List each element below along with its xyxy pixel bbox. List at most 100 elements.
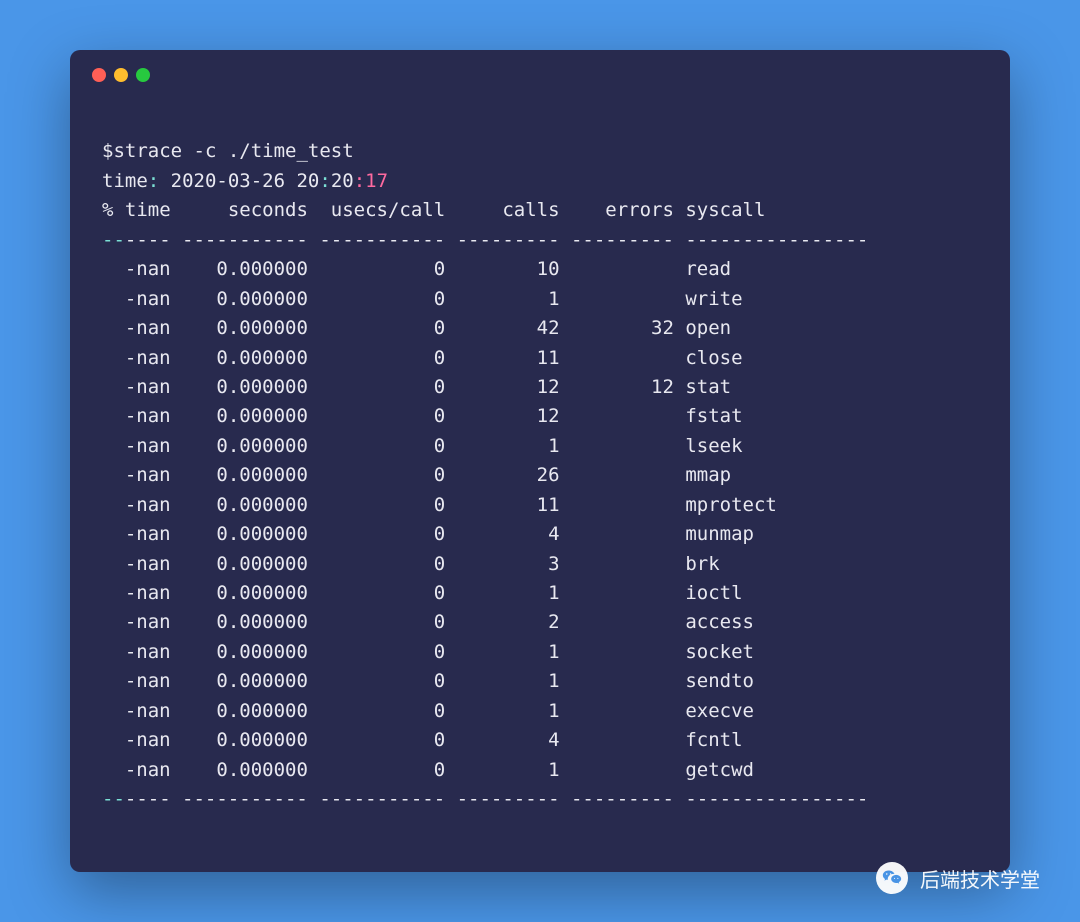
- col-time: % time: [102, 196, 171, 225]
- zoom-icon[interactable]: [136, 68, 150, 82]
- cell-usecs: 0: [308, 726, 445, 755]
- table-row: -nan0.000000011close: [102, 344, 978, 373]
- cell-usecs: 0: [308, 373, 445, 402]
- cell-usecs: 0: [308, 402, 445, 431]
- cell-time: -nan: [102, 520, 171, 549]
- cell-syscall: getcwd: [674, 756, 754, 785]
- cell-time: -nan: [102, 608, 171, 637]
- cell-calls: 42: [445, 314, 559, 343]
- cell-time: -nan: [102, 255, 171, 284]
- cell-time: -nan: [102, 491, 171, 520]
- cell-usecs: 0: [308, 461, 445, 490]
- cell-calls: 1: [445, 697, 559, 726]
- col-errors: errors: [560, 196, 674, 225]
- cell-time: -nan: [102, 638, 171, 667]
- cell-usecs: 0: [308, 608, 445, 637]
- table-row: -nan0.00000004munmap: [102, 520, 978, 549]
- cell-calls: 4: [445, 520, 559, 549]
- cell-seconds: 0.000000: [171, 491, 308, 520]
- cell-time: -nan: [102, 402, 171, 431]
- cell-seconds: 0.000000: [171, 638, 308, 667]
- table-row: -nan0.000000026mmap: [102, 461, 978, 490]
- cell-calls: 11: [445, 344, 559, 373]
- timestamp-min: 20: [331, 170, 354, 192]
- separator: -----------: [308, 226, 445, 255]
- terminal-window: $strace -c ./time_test time: 2020-03-26 …: [70, 50, 1010, 872]
- cell-calls: 12: [445, 373, 559, 402]
- table-row: -nan0.00000004fcntl: [102, 726, 978, 755]
- table-row: -nan0.00000001sendto: [102, 667, 978, 696]
- cell-calls: 1: [445, 638, 559, 667]
- cell-time: -nan: [102, 756, 171, 785]
- separator: ----------------: [674, 226, 868, 255]
- cell-syscall: munmap: [674, 520, 754, 549]
- cell-calls: 10: [445, 255, 559, 284]
- cell-calls: 3: [445, 550, 559, 579]
- cell-syscall: stat: [674, 373, 731, 402]
- cell-seconds: 0.000000: [171, 667, 308, 696]
- separator: ----------------: [674, 785, 868, 814]
- col-usecs: usecs/call: [308, 196, 445, 225]
- cell-syscall: execve: [674, 697, 754, 726]
- cell-seconds: 0.000000: [171, 314, 308, 343]
- table-row: -nan0.00000001ioctl: [102, 579, 978, 608]
- terminal-body: $strace -c ./time_test time: 2020-03-26 …: [70, 90, 1010, 872]
- cell-usecs: 0: [308, 285, 445, 314]
- cell-calls: 1: [445, 756, 559, 785]
- minimize-icon[interactable]: [114, 68, 128, 82]
- cell-usecs: 0: [308, 638, 445, 667]
- cell-time: -nan: [102, 550, 171, 579]
- cell-syscall: access: [674, 608, 754, 637]
- cell-syscall: fcntl: [674, 726, 743, 755]
- cell-syscall: read: [674, 255, 731, 284]
- cell-usecs: 0: [308, 667, 445, 696]
- cell-usecs: 0: [308, 344, 445, 373]
- cell-syscall: lseek: [674, 432, 743, 461]
- cell-errors: 12: [560, 373, 674, 402]
- cell-time: -nan: [102, 285, 171, 314]
- cell-calls: 2: [445, 608, 559, 637]
- separator: -----------: [308, 785, 445, 814]
- separator: ---------: [560, 785, 674, 814]
- separator: ---------: [445, 785, 559, 814]
- cell-time: -nan: [102, 344, 171, 373]
- cell-usecs: 0: [308, 756, 445, 785]
- cell-seconds: 0.000000: [171, 402, 308, 431]
- table-header-row: % timesecondsusecs/callcallserrorssyscal…: [102, 199, 765, 221]
- separator-cyan: --: [102, 788, 125, 810]
- cell-seconds: 0.000000: [171, 432, 308, 461]
- window-titlebar: [70, 50, 1010, 90]
- cell-time: -nan: [102, 432, 171, 461]
- separator-cyan: --: [102, 229, 125, 251]
- separator-row: ----------------------------------------…: [102, 229, 868, 251]
- cell-time: -nan: [102, 314, 171, 343]
- separator: -----------: [171, 785, 308, 814]
- cell-syscall: sendto: [674, 667, 754, 696]
- separator: -----------: [171, 226, 308, 255]
- cell-calls: 11: [445, 491, 559, 520]
- separator-row: ----------------------------------------…: [102, 788, 868, 810]
- cell-seconds: 0.000000: [171, 726, 308, 755]
- col-calls: calls: [445, 196, 559, 225]
- table-row: -nan0.00000001write: [102, 285, 978, 314]
- timestamp-date: 2020-03-26 20: [171, 170, 320, 192]
- table-row: -nan0.00000004232open: [102, 314, 978, 343]
- cell-calls: 1: [445, 667, 559, 696]
- cell-seconds: 0.000000: [171, 461, 308, 490]
- table-row: -nan0.000000012fstat: [102, 402, 978, 431]
- cell-syscall: mmap: [674, 461, 731, 490]
- cell-calls: 1: [445, 285, 559, 314]
- cell-seconds: 0.000000: [171, 550, 308, 579]
- cell-usecs: 0: [308, 491, 445, 520]
- cell-usecs: 0: [308, 255, 445, 284]
- cell-seconds: 0.000000: [171, 697, 308, 726]
- table-row: -nan0.00000001lseek: [102, 432, 978, 461]
- cell-seconds: 0.000000: [171, 608, 308, 637]
- cell-usecs: 0: [308, 579, 445, 608]
- close-icon[interactable]: [92, 68, 106, 82]
- cell-seconds: 0.000000: [171, 255, 308, 284]
- cell-calls: 4: [445, 726, 559, 755]
- cell-seconds: 0.000000: [171, 520, 308, 549]
- cell-syscall: close: [674, 344, 743, 373]
- cell-usecs: 0: [308, 314, 445, 343]
